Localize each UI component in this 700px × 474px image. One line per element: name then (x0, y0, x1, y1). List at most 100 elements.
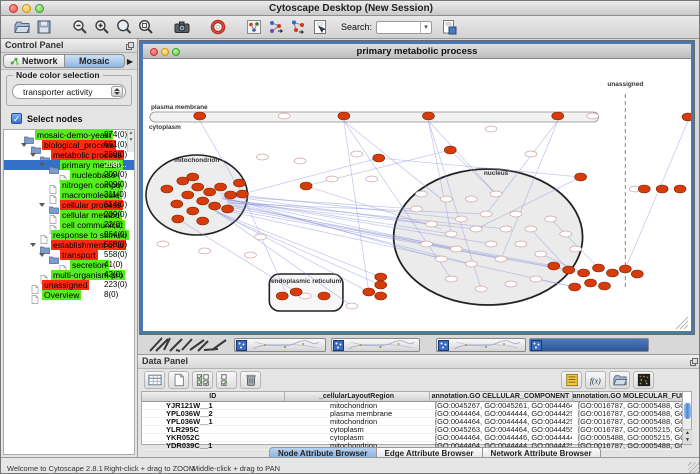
import-attributes-button[interactable] (439, 18, 459, 37)
tab-network[interactable]: Network (3, 54, 65, 68)
tree-row[interactable]: cellular process614(0) (4, 200, 134, 210)
network-node[interactable] (435, 256, 447, 262)
table-cell[interactable]: [GO:0016787, GO:0005488, GO:0005215, G..… (572, 409, 682, 417)
table-row[interactable]: YJR121W__1mitochondrion[GO:0045267, GO:0… (142, 401, 682, 409)
network-node[interactable] (530, 276, 542, 282)
tree-row[interactable]: nitrogen compo209(0) (4, 180, 134, 190)
network-node[interactable] (563, 266, 575, 274)
tree-row[interactable]: metabolic process280(0) (4, 150, 134, 160)
layout-button-2[interactable] (288, 18, 308, 37)
network-node[interactable] (599, 282, 611, 290)
table-icon[interactable] (144, 371, 165, 389)
network-node[interactable] (465, 196, 477, 202)
table-cell[interactable]: cytoplasm (284, 433, 429, 441)
zoom-out-button[interactable] (70, 18, 90, 37)
tree-row[interactable]: response to stimulu264(0) (4, 230, 134, 240)
network-node[interactable] (346, 303, 358, 309)
minimized-window[interactable] (331, 338, 420, 352)
table-row[interactable]: YPL036W__2plasma membrane[GO:0044464, GO… (142, 409, 682, 417)
view-resize-grip[interactable] (676, 317, 688, 329)
network-node[interactable] (182, 191, 194, 199)
network-node[interactable] (425, 221, 437, 227)
search-dropdown-arrow[interactable]: ▾ (420, 22, 431, 33)
network-node[interactable] (375, 292, 387, 300)
select-attributes-icon[interactable] (192, 371, 213, 389)
network-node[interactable] (215, 183, 227, 191)
tree-row[interactable]: Overview8(0) (4, 290, 134, 300)
network-node[interactable] (682, 113, 691, 121)
dropdown-stepper-icon[interactable] (111, 86, 123, 97)
tree-row[interactable]: macromolecule311(0) (4, 190, 134, 200)
network-node[interactable] (187, 207, 199, 215)
network-node[interactable] (236, 190, 248, 198)
table-cell[interactable]: YLR295C (142, 425, 284, 433)
network-node[interactable] (485, 241, 497, 247)
tree-row[interactable]: nucleobase-209(0) (4, 170, 134, 180)
vizmapper-button[interactable] (244, 18, 264, 37)
table-cell[interactable]: YJR121W__1 (142, 401, 284, 409)
network-node[interactable] (619, 265, 631, 273)
network-node[interactable] (569, 283, 581, 291)
tree-expand-arrow-icon[interactable] (39, 163, 45, 167)
network-node[interactable] (575, 173, 587, 181)
network-node[interactable] (480, 211, 492, 217)
network-node[interactable] (276, 292, 288, 300)
network-node[interactable] (638, 185, 650, 193)
network-node[interactable] (197, 197, 209, 205)
table-cell[interactable]: YPL036W__1 (142, 417, 284, 425)
network-node[interactable] (157, 241, 169, 247)
zoom-fit-button[interactable] (114, 18, 134, 37)
network-node[interactable] (187, 173, 199, 181)
table-row[interactable]: YLR295Ccytoplasm[GO:0045263, GO:0044464,… (142, 425, 682, 433)
network-node[interactable] (444, 146, 456, 154)
zoom-in-button[interactable] (92, 18, 112, 37)
network-edge[interactable] (215, 211, 381, 277)
network-node[interactable] (585, 279, 597, 287)
network-node[interactable] (570, 246, 582, 252)
network-node[interactable] (222, 205, 234, 213)
table-row[interactable]: YKR052Ccytoplasm[GO:0044464, GO:0044446,… (142, 433, 682, 441)
network-view-titlebar[interactable]: primary metabolic process (143, 44, 691, 59)
table-cell[interactable]: [GO:0005488, GO:0005215, GO:0003674] (572, 433, 682, 441)
network-node[interactable] (197, 217, 209, 225)
network-node[interactable] (171, 200, 183, 208)
search-input[interactable]: ▾ (376, 21, 432, 34)
table-scrollbar-thumb[interactable] (684, 403, 691, 419)
tree-row[interactable]: establishment of lo558(0) (4, 240, 134, 250)
tree-row-label[interactable]: transport (60, 250, 98, 260)
table-cell[interactable]: YPL036W__2 (142, 409, 284, 417)
tree-row[interactable]: primary metabo209(... (4, 160, 134, 170)
table-scrollbar-arrows[interactable]: ▲▼ (683, 429, 692, 444)
network-node[interactable] (290, 288, 302, 296)
table-column-header[interactable]: _cellularLayoutRegion (284, 392, 429, 401)
network-node[interactable] (373, 154, 385, 162)
tree-row[interactable]: biological_process651(0) (4, 140, 134, 150)
network-node[interactable] (470, 226, 482, 232)
tree-row-label[interactable]: unassigned (42, 280, 89, 290)
table-cell[interactable]: mitochondrion (284, 401, 429, 409)
network-node[interactable] (375, 281, 387, 289)
unselect-attributes-icon[interactable] (216, 371, 237, 389)
network-node[interactable] (375, 273, 387, 281)
tree-expand-arrow-icon[interactable] (30, 243, 36, 247)
network-node[interactable] (440, 196, 452, 202)
tree-row-label[interactable]: mosaic-demo-yeast (35, 130, 113, 140)
network-node[interactable] (318, 292, 330, 300)
minimized-window[interactable] (436, 338, 526, 352)
network-node[interactable] (199, 248, 211, 254)
network-node[interactable] (552, 112, 564, 120)
network-view-window[interactable]: primary metabolic process plasma membran… (140, 41, 694, 334)
delete-attribute-icon[interactable] (240, 371, 261, 389)
attribute-list-icon[interactable] (561, 371, 582, 389)
table-cell[interactable]: [GO:0045263, GO:0044464, GO:0044455, G..… (429, 425, 572, 433)
matrix-icon[interactable] (633, 371, 654, 389)
network-node[interactable] (278, 113, 290, 119)
network-node[interactable] (234, 179, 246, 187)
tree-row[interactable]: mosaic-demo-yeast874(0) (4, 130, 134, 140)
network-node[interactable] (204, 188, 216, 196)
network-node[interactable] (515, 241, 527, 247)
window-titlebar[interactable]: Cytoscape Desktop (New Session) (1, 1, 700, 16)
zoom-selected-button[interactable] (136, 18, 156, 37)
layout-button-1[interactable] (266, 18, 286, 37)
table-cell[interactable]: [GO:0044464, GO:0044444, GO:0044425, G..… (429, 409, 572, 417)
